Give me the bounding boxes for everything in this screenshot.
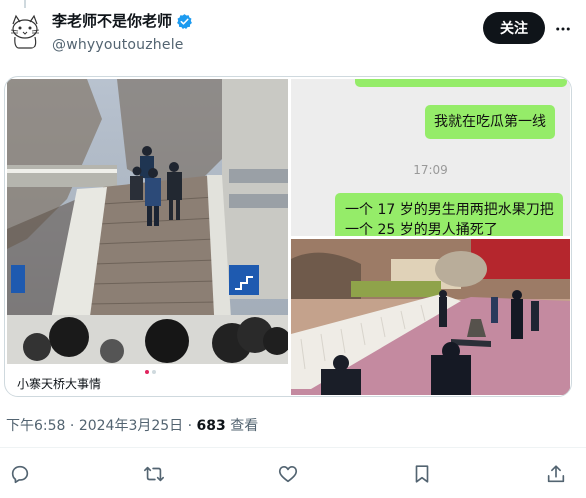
divider <box>0 447 586 448</box>
tweet-header: 李老师不是你老师 @whyyoutouzhele 关注 <box>0 0 586 70</box>
plaza-scene-image <box>291 239 570 395</box>
meta-separator: · <box>183 418 197 434</box>
bookmark-icon <box>415 465 429 483</box>
repost-icon <box>144 466 164 482</box>
share-icon <box>547 465 565 483</box>
repost-button[interactable] <box>142 462 166 486</box>
author-block: 李老师不是你老师 @whyyoutouzhele <box>52 12 193 54</box>
avatar[interactable] <box>6 12 44 50</box>
verified-badge-icon <box>177 13 192 29</box>
more-options-button[interactable] <box>552 18 574 40</box>
plaza-scene-photo[interactable] <box>291 239 570 395</box>
reply-icon <box>11 465 29 484</box>
slide-caption-strip: 小寨天桥大事情 <box>7 364 288 395</box>
author-display-name[interactable]: 李老师不是你老师 <box>52 12 172 30</box>
chat-message: 一个 17 岁的男生用两把水果刀把一个 25 岁的男人捅死了 <box>335 193 563 236</box>
views-count: 683 <box>196 418 226 434</box>
views-label: 查看 <box>225 418 259 434</box>
chat-screenshot[interactable]: 我就在吃瓜第一线 17:09 一个 17 岁的男生用两把水果刀把一个 25 岁的… <box>291 79 570 236</box>
bridge-stairs-image <box>7 79 288 364</box>
author-handle[interactable]: @whyyoutouzhele <box>52 36 193 54</box>
reply-button[interactable] <box>8 462 32 486</box>
meta-separator: · <box>65 418 79 434</box>
media-carousel-slide[interactable]: 小寨天桥大事情 <box>7 79 288 395</box>
slide-caption: 小寨天桥大事情 <box>17 377 102 391</box>
post-date[interactable]: 2024年3月25日 <box>79 418 183 434</box>
more-horizontal-icon <box>556 27 570 31</box>
like-icon <box>278 466 298 483</box>
cat-sketch-avatar-image <box>6 12 44 50</box>
post-time[interactable]: 下午6:58 <box>6 418 65 434</box>
bookmark-button[interactable] <box>410 462 434 486</box>
author-display-name-row[interactable]: 李老师不是你老师 <box>52 12 193 30</box>
media-grid[interactable]: 小寨天桥大事情 我就在吃瓜第一线 17:09 一个 17 岁的男生用两把水果刀把… <box>4 76 572 397</box>
carousel-dot-active[interactable] <box>145 370 149 374</box>
carousel-dots <box>145 370 156 374</box>
chat-message: 我就在吃瓜第一线 <box>425 105 555 139</box>
like-button[interactable] <box>276 462 300 486</box>
chat-bubble-partial <box>355 79 567 87</box>
carousel-dot[interactable] <box>152 370 156 374</box>
tweet-meta: 下午6:58 · 2024年3月25日 · 683 查看 <box>6 415 258 435</box>
chat-timestamp: 17:09 <box>413 163 448 177</box>
follow-button[interactable]: 关注 <box>483 12 545 44</box>
bridge-stairs-photo[interactable] <box>7 79 288 364</box>
action-bar <box>0 452 586 496</box>
share-button[interactable] <box>544 462 568 486</box>
